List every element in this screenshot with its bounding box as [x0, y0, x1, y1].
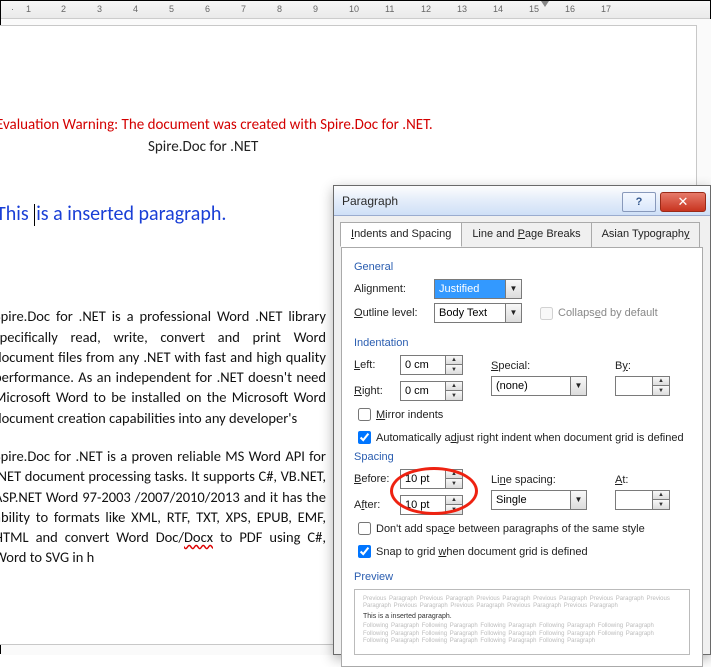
- horizontal-ruler: · 1 2 3 4 5 6 7 8 9 10 11 12 13 14 15 16…: [1, 1, 710, 19]
- indent-right-spinner[interactable]: ▲▼: [400, 381, 463, 401]
- alignment-value[interactable]: [435, 280, 505, 298]
- indent-right-label: Right:Right:: [354, 385, 400, 397]
- indent-left-label: Left:Left:: [354, 359, 400, 371]
- preview-box: Previous Paragraph Previous Paragraph Pr…: [354, 589, 690, 655]
- by-value[interactable]: [616, 377, 652, 395]
- spin-up-icon[interactable]: ▲: [653, 491, 669, 500]
- close-icon: ✕: [678, 194, 689, 210]
- indent-left-spinner[interactable]: ▲▼: [400, 355, 463, 375]
- evaluation-warning: Evaluation Warning: The document was cre…: [0, 116, 656, 134]
- spin-up-icon[interactable]: ▲: [653, 377, 669, 386]
- spin-down-icon[interactable]: ▼: [446, 505, 462, 514]
- paragraph-dialog: Paragraph ? ✕ Indents and Spacing Indent…: [333, 185, 711, 655]
- preview-sample-text: This is a inserted paragraph.: [363, 613, 681, 620]
- tab-strip: Indents and Spacing Indents and Spacing …: [334, 216, 710, 247]
- spellcheck-flag[interactable]: Docx: [184, 528, 213, 546]
- document-title: Spire.Doc for .NET: [148, 138, 656, 156]
- mirror-indents-checkbox[interactable]: [358, 408, 371, 421]
- spin-up-icon[interactable]: ▲: [446, 470, 462, 479]
- dont-add-space-label: Don't add space between paragraphs of th…: [376, 523, 645, 535]
- collapsed-checkbox: [540, 307, 553, 320]
- section-spacing: Spacing: [354, 451, 690, 463]
- auto-adjust-checkbox[interactable]: [358, 431, 371, 444]
- section-general: General: [354, 261, 690, 273]
- mirror-indents-label: Mirror indentsMirror indents: [376, 409, 443, 421]
- dont-add-space-checkbox[interactable]: [358, 522, 371, 535]
- preview-before-text: Previous Paragraph Previous Paragraph Pr…: [363, 596, 681, 610]
- spin-down-icon[interactable]: ▼: [653, 500, 669, 509]
- outline-level-combo[interactable]: ▼: [434, 303, 522, 323]
- spin-down-icon[interactable]: ▼: [446, 479, 462, 488]
- tab-asian-typography[interactable]: Asian Typography Asian Typography: [591, 222, 701, 247]
- dialog-titlebar[interactable]: Paragraph ? ✕: [334, 186, 710, 216]
- body-paragraph-2[interactable]: Spire.Doc for .NET is a proven reliable …: [0, 446, 326, 568]
- chevron-down-icon[interactable]: ▼: [570, 491, 586, 509]
- before-value[interactable]: [401, 470, 445, 488]
- tab-indents-spacing[interactable]: Indents and Spacing Indents and Spacing: [340, 222, 462, 247]
- section-indentation: Indentation: [354, 337, 690, 349]
- special-label: Special:Special:: [491, 360, 587, 372]
- text-cursor: [34, 204, 35, 226]
- after-value[interactable]: [401, 496, 445, 514]
- help-button[interactable]: ?: [622, 192, 656, 212]
- at-value[interactable]: [616, 491, 652, 509]
- chevron-down-icon[interactable]: ▼: [570, 377, 586, 395]
- spin-up-icon[interactable]: ▲: [446, 496, 462, 505]
- alignment-label: Alignment:Alignment:: [354, 283, 434, 295]
- at-spinner[interactable]: ▲▼: [615, 490, 670, 510]
- outline-level-value[interactable]: [435, 304, 505, 322]
- outline-level-label: Outline level:Outline level:: [354, 307, 434, 319]
- section-preview: Preview: [354, 571, 690, 583]
- line-spacing-label: Line spacing:Line spacing:: [491, 474, 587, 486]
- special-value[interactable]: [492, 377, 570, 395]
- by-spinner[interactable]: ▲▼: [615, 376, 670, 396]
- line-spacing-combo[interactable]: ▼: [491, 490, 587, 510]
- auto-adjust-label: Automatically adjust right indent when d…: [376, 432, 684, 444]
- spin-up-icon[interactable]: ▲: [446, 356, 462, 365]
- snap-to-grid-label: Snap to grid when document grid is defin…: [376, 546, 588, 558]
- line-spacing-value[interactable]: [492, 491, 570, 509]
- close-button[interactable]: ✕: [660, 192, 706, 212]
- special-combo[interactable]: ▼: [491, 376, 587, 396]
- collapsed-label: Collapsed by defaultCollapsed by default: [558, 307, 658, 319]
- indent-left-value[interactable]: [401, 356, 445, 374]
- before-label: Before:Before:: [354, 473, 400, 485]
- dialog-title: Paragraph: [334, 194, 622, 208]
- after-label: After:After:: [354, 499, 400, 511]
- spin-down-icon[interactable]: ▼: [446, 391, 462, 400]
- chevron-down-icon[interactable]: ▼: [505, 304, 521, 322]
- body-paragraph-1[interactable]: Spire.Doc for .NET is a professional Wor…: [0, 306, 326, 428]
- spin-up-icon[interactable]: ▲: [446, 382, 462, 391]
- spin-down-icon[interactable]: ▼: [446, 365, 462, 374]
- spin-down-icon[interactable]: ▼: [653, 386, 669, 395]
- indent-right-value[interactable]: [401, 382, 445, 400]
- tab-panel-indents-spacing: General Alignment:Alignment: ▼ Outline l…: [341, 247, 703, 667]
- alignment-combo[interactable]: ▼: [434, 279, 522, 299]
- tab-line-page-breaks[interactable]: Line and Page Breaks Line and Page Break…: [461, 222, 591, 247]
- before-spinner[interactable]: ▲▼: [400, 469, 463, 489]
- at-label: At:At:: [615, 474, 670, 486]
- after-spinner[interactable]: ▲▼: [400, 495, 463, 515]
- snap-to-grid-checkbox[interactable]: [358, 545, 371, 558]
- right-indent-marker[interactable]: [541, 1, 549, 7]
- by-label: By:By:: [615, 360, 670, 372]
- preview-after-text: Following Paragraph Following Paragraph …: [363, 623, 681, 645]
- chevron-down-icon[interactable]: ▼: [505, 280, 521, 298]
